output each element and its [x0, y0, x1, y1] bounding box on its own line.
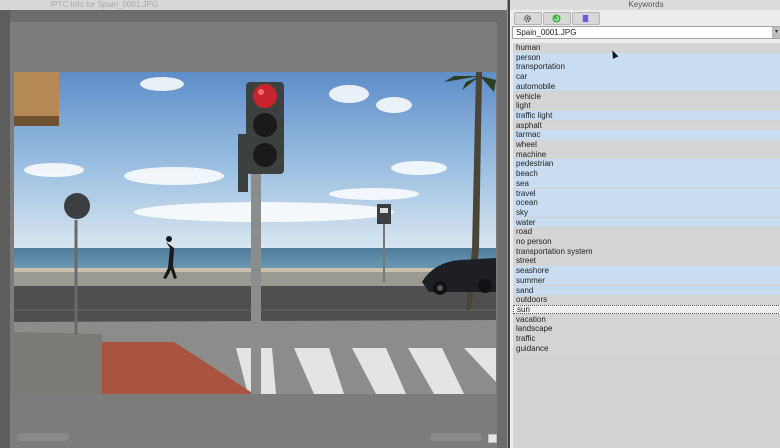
keywords-titlebar[interactable]: Keywords: [510, 0, 780, 10]
keyword-item[interactable]: road: [513, 227, 780, 237]
keyword-item[interactable]: person: [513, 52, 780, 63]
keyword-item[interactable]: sand: [513, 285, 780, 296]
keyword-item[interactable]: wheel: [513, 140, 780, 150]
bookmark-icon: [582, 14, 589, 23]
keyword-item[interactable]: landscape: [513, 324, 780, 334]
keyword-item[interactable]: transportation: [513, 62, 780, 72]
keyword-item[interactable]: sky: [513, 207, 780, 218]
keyword-item[interactable]: pedestrian: [513, 159, 780, 169]
keyword-item[interactable]: asphalt: [513, 120, 780, 131]
iptc-window-title: IPTC Info for Spain_0001.JPG: [50, 0, 159, 9]
keyword-item[interactable]: light: [513, 101, 780, 111]
refresh-button[interactable]: [543, 12, 571, 25]
keyword-item[interactable]: car: [513, 72, 780, 82]
keyword-item[interactable]: transportation system: [513, 246, 780, 257]
keyword-item[interactable]: sun: [513, 304, 780, 315]
iptc-window-titlebar[interactable]: IPTC Info for Spain_0001.JPG: [0, 0, 507, 10]
keyword-item[interactable]: water: [513, 217, 780, 228]
gear-button[interactable]: [514, 12, 542, 25]
keyword-item[interactable]: vacation: [513, 314, 780, 325]
refresh-icon: [552, 14, 561, 23]
keyword-item[interactable]: beach: [513, 169, 780, 179]
keyword-item[interactable]: tarmac: [513, 130, 780, 140]
chevron-down-icon[interactable]: ▾: [772, 27, 780, 38]
keywords-window: Keywords Spain_0001.JPG ▾ human person tra…: [508, 0, 780, 448]
keyword-item[interactable]: traffic: [513, 334, 780, 344]
gear-icon: [524, 15, 531, 22]
left-side-strip: [0, 10, 10, 448]
keyword-item[interactable]: summer: [513, 275, 780, 286]
keywords-title: Keywords: [628, 0, 664, 9]
keyword-item[interactable]: travel: [513, 188, 780, 199]
keyword-item[interactable]: traffic light: [513, 110, 780, 121]
keyword-item[interactable]: human: [513, 43, 780, 53]
keyword-item[interactable]: sea: [513, 178, 780, 189]
horizontal-scrollbar-left[interactable]: [17, 433, 69, 441]
keyword-item[interactable]: machine: [513, 149, 780, 160]
keyword-item[interactable]: vehicle: [513, 91, 780, 102]
file-select-value: Spain_0001.JPG: [516, 28, 577, 37]
keyword-item[interactable]: no person: [513, 237, 780, 247]
horizontal-scrollbar-right[interactable]: [430, 433, 482, 441]
file-select-dropdown[interactable]: Spain_0001.JPG ▾: [512, 26, 780, 39]
bookmark-button[interactable]: [572, 12, 600, 25]
keyword-item[interactable]: outdoors: [513, 295, 780, 305]
iptc-info-window: IPTC Info for Spain_0001.JPG: [0, 0, 507, 448]
keyword-item[interactable]: seashore: [513, 266, 780, 276]
keyword-item[interactable]: automobile: [513, 81, 780, 92]
photo-preview: [14, 72, 496, 394]
keyword-item[interactable]: street: [513, 256, 780, 266]
keyword-list: human person transportation car automobile ve…: [513, 43, 780, 448]
keyword-item[interactable]: guidance: [513, 343, 780, 354]
resize-corner-button[interactable]: [488, 434, 497, 443]
keyword-item[interactable]: ocean: [513, 198, 780, 208]
